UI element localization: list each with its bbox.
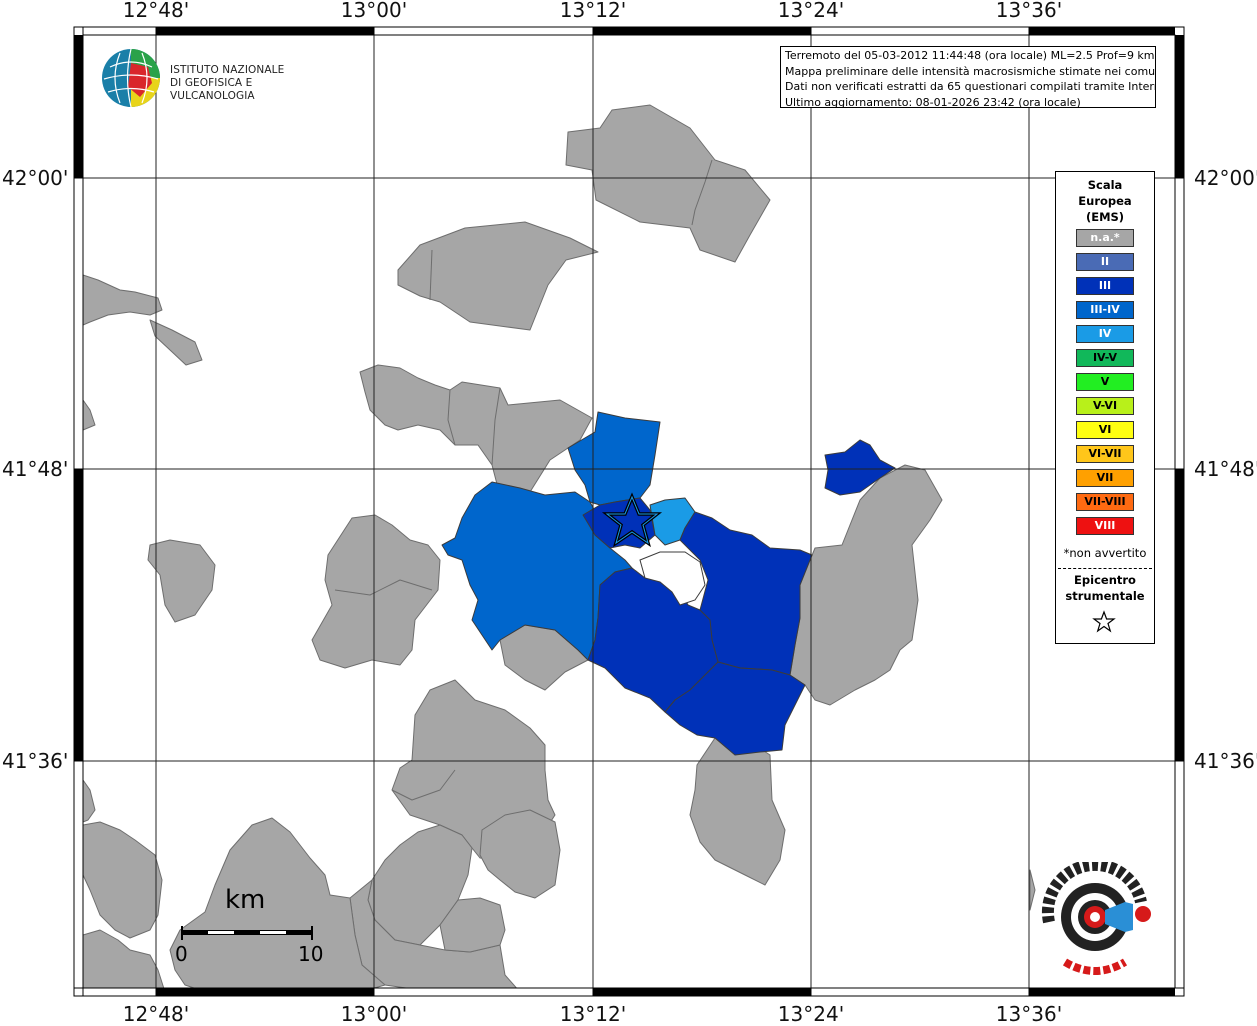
lon-tick-label: 12°48'	[122, 1002, 190, 1026]
ingv-logo: ISTITUTO NAZIONALE DI GEOFISICA E VULCAN…	[100, 47, 340, 109]
lon-tick-label: 13°36'	[995, 1002, 1063, 1026]
target-icon	[1041, 858, 1151, 975]
ems-legend: Scala Europea (EMS) n.a.* II III III-IV IV IV…	[1055, 171, 1155, 644]
legend-epicenter-label: Epicentro strumentale	[1065, 573, 1145, 603]
lon-tick-label: 13°36'	[995, 0, 1063, 22]
lon-tick-label: 12°48'	[122, 0, 190, 22]
info-line: Ultimo aggiornamento: 08-01-2026 23:42 (…	[785, 95, 1081, 108]
epicenter-star-icon	[1092, 610, 1116, 633]
legend-item: III-IV	[1076, 301, 1134, 319]
globe-icon	[102, 48, 160, 108]
scale-title: km	[225, 885, 266, 915]
lon-tick-label: 13°00'	[340, 0, 408, 22]
legend-title: Scala Europea (EMS)	[1078, 178, 1132, 224]
info-line: Mappa preliminare delle intensità macros…	[785, 64, 1156, 78]
lat-tick-label: 41°36'	[2, 749, 69, 773]
legend-item: V	[1076, 373, 1134, 391]
legend-item: III	[1076, 277, 1134, 295]
lon-tick-label: 13°12'	[559, 1002, 627, 1026]
earthquake-info-box: Terremoto del 05-03-2012 11:44:48 (ora l…	[780, 46, 1156, 108]
legend-item: II	[1076, 253, 1134, 271]
legend-item: IV	[1076, 325, 1134, 343]
legend-item: VI-VII	[1076, 445, 1134, 463]
lon-tick-label: 13°00'	[340, 1002, 408, 1026]
scale-min-label: 0	[175, 942, 188, 966]
lon-tick-label: 13°24'	[777, 1002, 845, 1026]
legend-separator	[1058, 568, 1152, 569]
logo-line2: DI GEOFISICA E VULCANOLOGIA	[170, 77, 255, 102]
legend-note: *non avvertito	[1063, 546, 1147, 560]
legend-item: VIII	[1076, 517, 1134, 535]
legend-item: VI	[1076, 421, 1134, 439]
info-line: Dati non verificati estratti da 65 quest…	[785, 80, 1156, 93]
haisentitoilterremoto-logo	[1035, 858, 1155, 982]
logo-line1: ISTITUTO NAZIONALE	[170, 64, 285, 76]
lat-tick-label: 41°48'	[2, 457, 69, 481]
lat-tick-label: 41°48'	[1194, 457, 1257, 481]
legend-item: IV-V	[1076, 349, 1134, 367]
lat-tick-label: 42°00'	[2, 166, 69, 190]
legend-item: VII-VIII	[1076, 493, 1134, 511]
lat-tick-label: 42°00'	[1194, 166, 1257, 190]
legend-item: VII	[1076, 469, 1134, 487]
info-line: Terremoto del 05-03-2012 11:44:48 (ora l…	[785, 49, 1155, 62]
lat-tick-label: 41°36'	[1194, 749, 1257, 773]
legend-item: n.a.*	[1076, 229, 1134, 247]
scale-max-label: 10	[298, 942, 324, 966]
legend-item: V-VI	[1076, 397, 1134, 415]
lon-tick-label: 13°24'	[777, 0, 845, 22]
lon-tick-label: 13°12'	[559, 0, 627, 22]
